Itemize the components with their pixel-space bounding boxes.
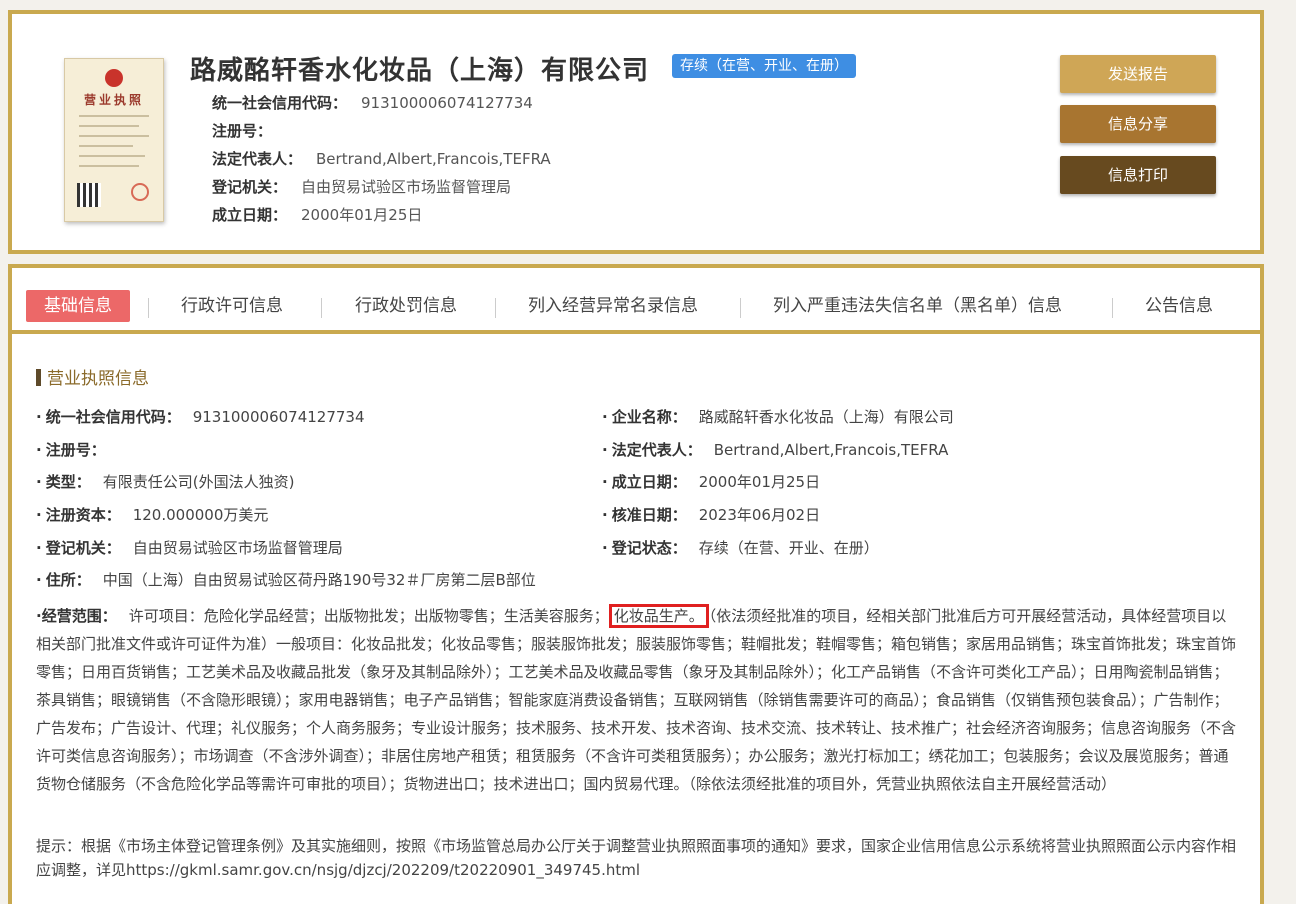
print-info-button[interactable]: 信息打印 [1060,156,1216,194]
tab-divider [12,330,1260,334]
field-label: 统一社会信用代码： [45,408,181,426]
share-info-button[interactable]: 信息分享 [1060,105,1216,143]
header-field-label: 统一社会信用代码： [212,94,348,112]
field-value: 913100006074127734 [192,408,365,426]
header-field-label: 法定代表人： [212,150,303,168]
field-label: 核准日期： [611,506,687,524]
business-scope: ·经营范围： 许可项目：危险化学品经营；出版物批发；出版物零售；生活美容服务； 化妆… [36,602,1236,798]
qr-code-icon [77,183,101,207]
header-field-value: 913100006074127734 [361,94,533,112]
field-label: 注册号： [45,441,106,459]
tab-bar: 基础信息 行政许可信息 行政处罚信息 列入经营异常名录信息 列入严重违法失信名单… [12,280,1260,328]
header-field-value: Bertrand,Albert,Francois,TEFRA [316,150,551,168]
tab-admin-license[interactable]: 行政许可信息 [181,290,283,322]
tab-admin-penalty[interactable]: 行政处罚信息 [355,290,457,322]
field-approval-date: · 核准日期： 2023年06月02日 [602,506,821,524]
company-name: 路威酩轩香水化妆品（上海）有限公司 [190,56,650,86]
scope-label: 经营范围： [41,607,117,625]
header-field-label: 登记机关： [212,178,288,196]
field-value: 中国（上海）自由贸易试验区荷丹路190号32＃厂房第二层B部位 [102,571,536,589]
field-value: 路威酩轩香水化妆品（上海）有限公司 [698,408,954,426]
field-value: 存续（在营、开业、在册） [698,539,879,557]
business-license-image[interactable]: 营业执照 [64,58,164,222]
field-legal-rep: · 法定代表人： Bertrand,Albert,Francois,TEFRA [602,441,949,459]
field-label: 注册资本： [45,506,121,524]
send-report-button[interactable]: 发送报告 [1060,55,1216,93]
field-reg-capital: · 注册资本： 120.000000万美元 [36,506,269,524]
header-field-label: 注册号： [212,122,273,140]
header-reg-no-row: 注册号： [212,120,286,141]
header-authority-row: 登记机关： 自由贸易试验区市场监督管理局 [212,176,511,197]
field-reg-no: · 注册号： [36,441,106,459]
field-label: 企业名称： [611,408,687,426]
field-label: 登记机关： [45,539,121,557]
field-est-date: · 成立日期： 2000年01月25日 [602,473,821,491]
header-field-label: 成立日期： [212,206,288,224]
field-credit-code: · 统一社会信用代码： 913100006074127734 [36,408,365,426]
field-label: 住所： [45,571,91,589]
main-info-panel: 基础信息 行政许可信息 行政处罚信息 列入经营异常名录信息 列入严重违法失信名单… [8,264,1264,904]
field-value: 2000年01月25日 [698,473,821,491]
header-field-value: 2000年01月25日 [301,206,423,224]
field-company-name: · 企业名称： 路威酩轩香水化妆品（上海）有限公司 [602,408,954,426]
field-label: 法定代表人： [611,441,702,459]
notice-text: 提示：根据《市场主体登记管理条例》及其实施细则，按照《市场监管总局办公厅关于调整… [36,837,1237,879]
field-value: 120.000000万美元 [132,506,269,524]
status-badge: 存续（在营、开业、在册） [672,54,856,78]
company-header-panel: 营业执照 路威酩轩香水化妆品（上海）有限公司 存续（在营、开业、在册） 统一社会… [8,10,1264,254]
field-reg-status: · 登记状态： 存续（在营、开业、在册） [602,539,879,557]
header-credit-code-row: 统一社会信用代码： 913100006074127734 [212,92,533,113]
field-value: 有限责任公司(外国法人独资) [102,473,295,491]
header-est-date-row: 成立日期： 2000年01月25日 [212,204,422,225]
field-value: 2023年06月02日 [698,506,821,524]
field-address: · 住所： 中国（上海）自由贸易试验区荷丹路190号32＃厂房第二层B部位 [36,571,536,589]
seal-stamp-icon [131,183,149,201]
scope-text-after: （依法须经批准的项目，经相关部门批准后方可开展经营活动，具体经营项目以相关部门批… [36,607,1237,793]
tab-blacklist[interactable]: 列入严重违法失信名单（黑名单）信息 [773,290,1062,322]
license-image-title: 营业执照 [83,93,144,107]
field-value: 自由贸易试验区市场监督管理局 [132,539,343,557]
tab-basic-info[interactable]: 基础信息 [26,290,130,322]
field-label: 登记状态： [611,539,687,557]
field-value: Bertrand,Albert,Francois,TEFRA [713,441,949,459]
field-type: · 类型： 有限责任公司(外国法人独资) [36,473,295,491]
header-legal-rep-row: 法定代表人： Bertrand,Albert,Francois,TEFRA [212,148,551,169]
field-authority: · 登记机关： 自由贸易试验区市场监督管理局 [36,539,343,557]
header-field-value: 自由贸易试验区市场监督管理局 [301,178,512,196]
scope-highlight: 化妆品生产。 [608,604,709,628]
field-label: 成立日期： [611,473,687,491]
section-title: 营业执照信息 [36,364,149,389]
tab-abnormal-list[interactable]: 列入经营异常名录信息 [528,290,698,322]
section-title-text: 营业执照信息 [47,369,149,389]
national-emblem-icon [105,69,123,87]
field-label: 类型： [45,473,91,491]
scope-text-before: 许可项目：危险化学品经营；出版物批发；出版物零售；生活美容服务； [128,607,609,625]
tab-announcement[interactable]: 公告信息 [1145,290,1213,322]
